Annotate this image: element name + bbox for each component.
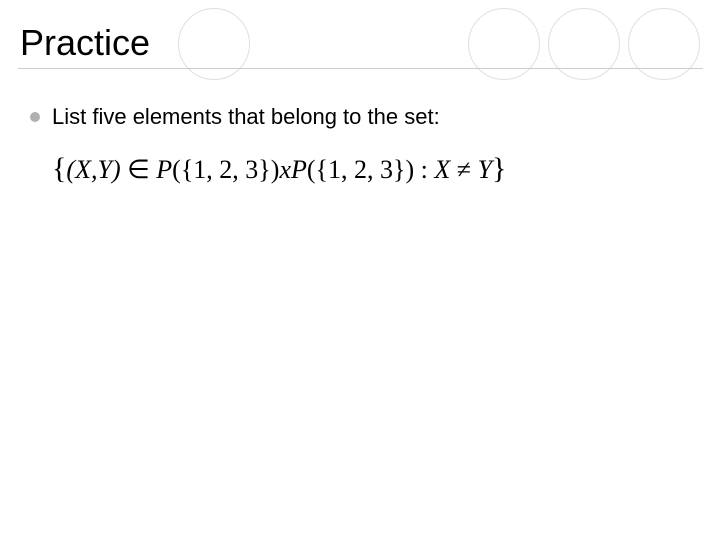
decorative-circle [628, 8, 700, 80]
bullet-item: List five elements that belong to the se… [30, 104, 440, 130]
decorative-circle [178, 8, 250, 80]
decorative-circle [468, 8, 540, 80]
decorative-circle [548, 8, 620, 80]
bullet-icon [30, 112, 40, 122]
title-underline [18, 68, 703, 69]
math-formula: {(X,Y) ∈ P({1, 2, 3})xP({1, 2, 3}) : X ≠… [52, 152, 506, 186]
slide-title: Practice [20, 22, 150, 64]
bullet-text: List five elements that belong to the se… [52, 104, 440, 130]
